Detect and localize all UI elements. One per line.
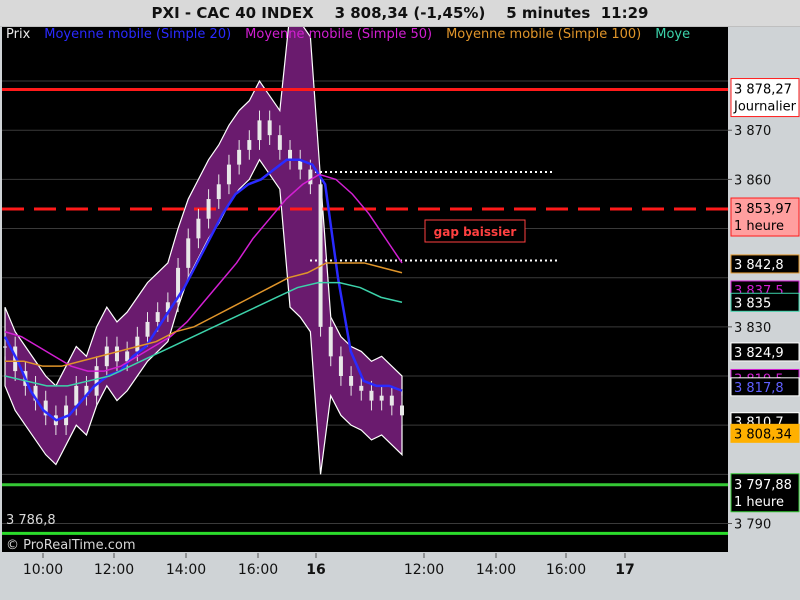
candle-body — [308, 169, 313, 185]
x-tick-label: 16 — [306, 562, 325, 578]
x-tick-label: 12:00 — [404, 562, 444, 578]
min-price-label: 3 786,8 — [6, 513, 56, 528]
y-tick-label: 3 870 — [734, 124, 771, 139]
candle-body — [206, 199, 211, 219]
legend-item: Moyenne mobile (Simple 100) — [446, 27, 641, 42]
value-tag-label: 3 835 — [734, 296, 771, 311]
candle-body — [196, 218, 201, 239]
candle-body — [359, 385, 364, 391]
candle-body — [318, 184, 323, 327]
candle-body — [400, 405, 404, 416]
value-tag-label: 3 842,8 — [734, 258, 784, 273]
chart-title: PXI - CAC 40 INDEX 3 808,34 (-1,45%) 5 m… — [0, 0, 800, 27]
x-tick-label: 14:00 — [166, 562, 206, 578]
legend-item: Moyenne mobile (Simple 50) — [245, 27, 432, 42]
candle-body — [104, 346, 109, 367]
candle-body — [379, 395, 384, 401]
x-tick-label: 10:00 — [23, 562, 63, 578]
price-axis: 3 7903 8303 8603 8703 842,83 837,53 8353… — [728, 124, 800, 532]
candle-body — [389, 395, 394, 406]
candle-body — [328, 326, 333, 357]
candle-body — [247, 140, 252, 150]
candle-body — [135, 336, 140, 352]
x-tick-label: 12:00 — [94, 562, 134, 578]
candle-body — [226, 164, 231, 185]
time-axis: 10:00 12:00 14:00 16:00 16 12:00 14:00 16:00 17 — [0, 553, 800, 600]
price-chart: 3 878,27 Journalier 3 853,97 1 heure 3 797,8… — [0, 10, 800, 600]
y-tick-label: 3 790 — [734, 517, 771, 532]
y-tick-label: 3 860 — [734, 173, 771, 188]
candle-body — [114, 346, 119, 362]
candle-body — [277, 135, 282, 150]
level-sub: 1 heure — [734, 495, 784, 510]
level-value: 3 853,97 — [734, 202, 792, 217]
watermark: © ProRealTime.com — [6, 538, 136, 553]
chart-legend: Prix Moyenne mobile (Simple 20) Moyenne mo… — [6, 27, 690, 42]
legend-item: Moye — [655, 27, 690, 42]
gap-annotation: gap baissier — [424, 219, 526, 243]
candle-body — [145, 321, 150, 337]
x-tick-label: 16:00 — [238, 562, 278, 578]
level-sub: Journalier — [733, 100, 797, 115]
value-tag-label: 3 817,8 — [734, 381, 784, 396]
x-tick-label: 14:00 — [476, 562, 516, 578]
candle-body — [338, 356, 343, 377]
candle-body — [267, 120, 272, 136]
x-tick-label: 17 — [615, 562, 634, 578]
candle-body — [155, 312, 160, 322]
level-value: 3 878,27 — [734, 83, 792, 98]
candle-body — [237, 149, 242, 165]
candle-body — [74, 385, 79, 406]
annotation-label: gap baissier — [434, 225, 517, 239]
level-value: 3 797,88 — [734, 478, 792, 493]
legend-item: Prix — [6, 27, 31, 42]
chart-window: 3 878,27 Journalier 3 853,97 1 heure 3 797,8… — [0, 0, 800, 600]
candle-body — [288, 149, 293, 160]
candle-body — [257, 120, 262, 141]
candle-body — [369, 390, 374, 401]
candle-body — [349, 376, 354, 386]
y-tick-label: 3 830 — [734, 321, 771, 336]
value-tag-label: 3 808,34 — [734, 427, 792, 442]
candle-body — [3, 346, 7, 348]
level-sub: 1 heure — [734, 219, 784, 234]
x-tick-label: 16:00 — [546, 562, 586, 578]
value-tag-label: 3 824,9 — [734, 346, 784, 361]
candle-body — [216, 184, 221, 200]
legend-item: Moyenne mobile (Simple 20) — [44, 27, 231, 42]
candle-body — [186, 238, 191, 268]
